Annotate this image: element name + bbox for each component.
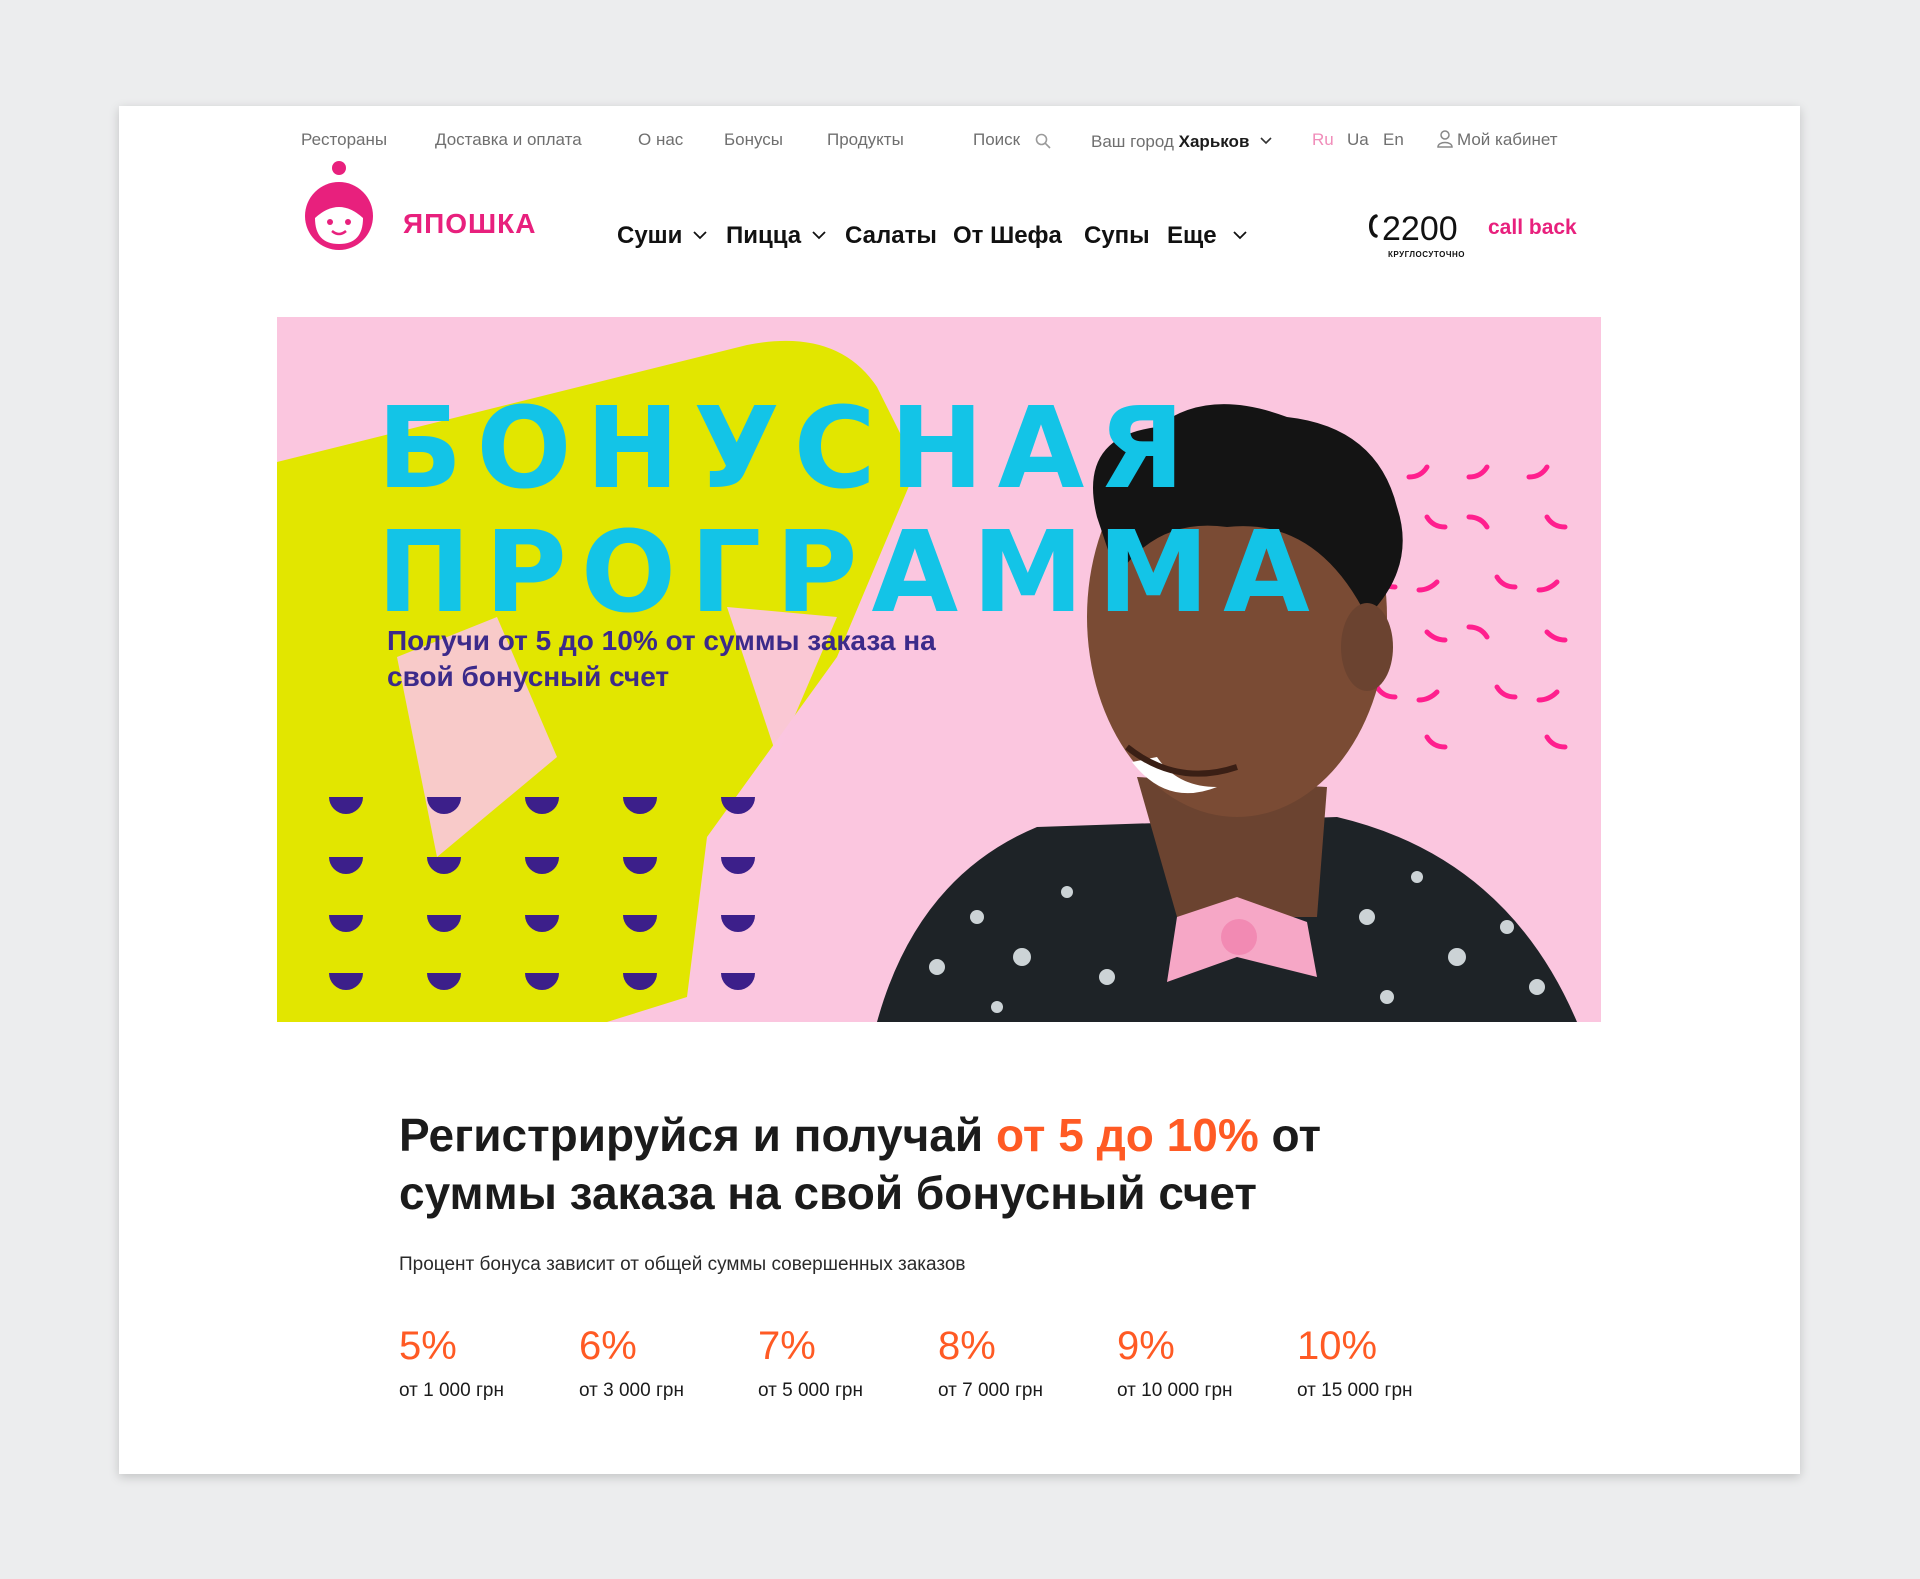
lang-ua[interactable]: Ua	[1347, 130, 1369, 150]
bonus-tier: 8% от 7 000 грн	[938, 1324, 1043, 1402]
banner-title-line1: БОНУСНАЯ	[377, 384, 1199, 514]
city-selector[interactable]: Ваш город Харьков	[1091, 130, 1272, 152]
phone-icon	[1366, 208, 1378, 247]
brand-name: ЯПОШКА	[403, 208, 537, 239]
nav-item-label: Салаты	[845, 222, 937, 249]
bonus-headline: Регистрируйся и получай от 5 до 10% от с…	[399, 1106, 1399, 1222]
lang-ru[interactable]: Ru	[1312, 130, 1334, 150]
tier-percent: 7%	[758, 1324, 816, 1368]
nav-item-pizza[interactable]: Пицца	[726, 222, 826, 250]
topbar-link-restaurants[interactable]: Рестораны	[301, 130, 387, 150]
bonus-tier: 5% от 1 000 грн	[399, 1324, 504, 1402]
nav-item-more[interactable]: Еще	[1167, 222, 1247, 250]
tier-threshold: от 10 000 грн	[1117, 1380, 1233, 1401]
callback-button[interactable]: call back	[1488, 216, 1577, 240]
topbar-link-products[interactable]: Продукты	[827, 130, 904, 150]
my-cabinet-label: Мой кабинет	[1457, 130, 1558, 149]
tier-threshold: от 7 000 грн	[938, 1380, 1043, 1401]
phone-note: круглосуточно	[1388, 250, 1465, 259]
nav-item-salads[interactable]: Салаты	[845, 222, 937, 250]
bonus-tier: 7% от 5 000 грн	[758, 1324, 863, 1402]
city-value: Харьков	[1178, 132, 1250, 151]
user-icon	[1437, 130, 1453, 153]
nav-item-chef[interactable]: От Шефа	[953, 222, 1062, 250]
bonus-note: Процент бонуса зависит от общей суммы со…	[399, 1254, 966, 1275]
nav-item-label: Пицца	[726, 222, 802, 249]
tier-percent: 6%	[579, 1324, 637, 1368]
topbar-link-delivery[interactable]: Доставка и оплата	[435, 130, 582, 150]
chevron-down-icon	[1233, 231, 1247, 240]
bonus-tier: 9% от 10 000 грн	[1117, 1324, 1233, 1402]
tier-threshold: от 3 000 грн	[579, 1380, 684, 1401]
phone-number: 2200	[1382, 210, 1458, 248]
bonus-tier: 10% от 15 000 грн	[1297, 1324, 1413, 1402]
lang-en[interactable]: En	[1383, 130, 1404, 150]
headline-highlight: от 5 до 10%	[995, 1109, 1259, 1161]
bonus-tier: 6% от 3 000 грн	[579, 1324, 684, 1402]
tier-percent: 9%	[1117, 1324, 1175, 1368]
chevron-down-icon	[693, 231, 707, 240]
topbar-link-bonuses[interactable]: Бонусы	[724, 130, 783, 150]
tier-percent: 10%	[1297, 1324, 1378, 1368]
topbar-link-about[interactable]: О нас	[638, 130, 683, 150]
search-label: Поиск	[973, 130, 1021, 149]
chevron-down-icon	[812, 231, 826, 240]
headline-part-1: Регистрируйся и получай	[399, 1109, 996, 1161]
nav-item-label: От Шефа	[953, 222, 1062, 249]
nav-item-label: Еще	[1167, 222, 1217, 249]
banner-title: БОНУСНАЯ ПРОГРАММА	[377, 387, 1324, 635]
tier-threshold: от 1 000 грн	[399, 1380, 504, 1401]
tier-threshold: от 5 000 грн	[758, 1380, 863, 1401]
search-button[interactable]: Поиск	[973, 130, 1051, 154]
nav-item-label: Суши	[617, 222, 683, 249]
tier-percent: 8%	[938, 1324, 996, 1368]
banner-title-line2: ПРОГРАММА	[377, 508, 1324, 638]
nav-item-sushi[interactable]: Суши	[617, 222, 707, 250]
banner-subtitle: Получи от 5 до 10% от суммы заказа на св…	[387, 625, 936, 692]
logo-mascot-icon	[305, 161, 373, 250]
phone-link[interactable]: 2200 круглосуточно	[1366, 208, 1464, 259]
city-label: Ваш город	[1091, 132, 1174, 151]
nav-item-soups[interactable]: Супы	[1084, 222, 1150, 250]
hero-banner[interactable]: БОНУСНАЯ ПРОГРАММА Получи от 5 до 10% от…	[277, 317, 1601, 1022]
page-card: Рестораны Доставка и оплата О нас Бонусы…	[119, 106, 1800, 1474]
tier-threshold: от 15 000 грн	[1297, 1380, 1413, 1401]
tier-percent: 5%	[399, 1324, 457, 1368]
search-icon	[1035, 133, 1051, 154]
chevron-down-icon	[1260, 130, 1272, 150]
nav-item-label: Супы	[1084, 222, 1150, 249]
my-cabinet-link[interactable]: Мой кабинет	[1437, 130, 1558, 153]
